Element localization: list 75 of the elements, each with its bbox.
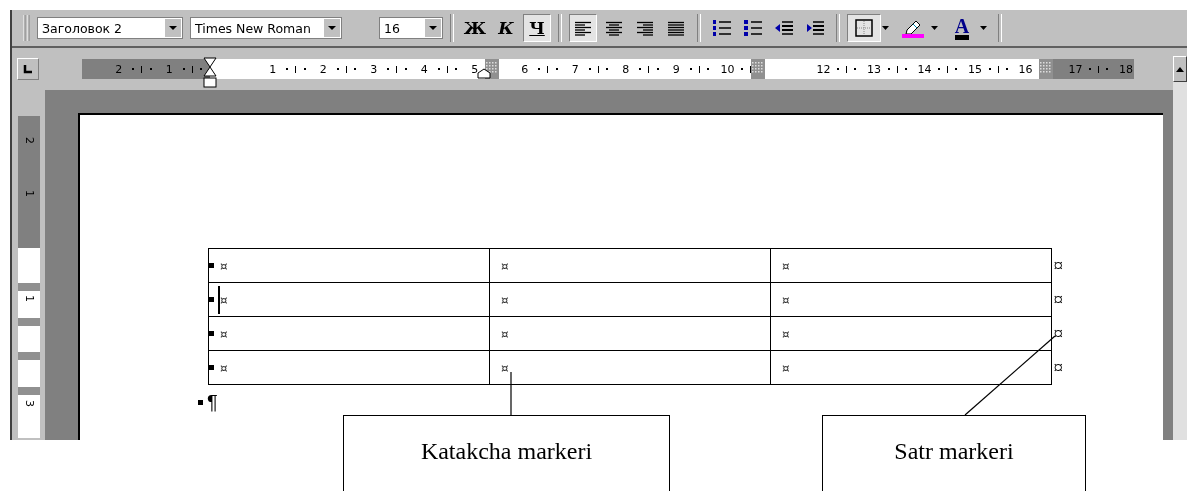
align-justify-icon <box>667 20 685 36</box>
borders-icon <box>855 19 873 37</box>
end-of-cell-marker: ¤ <box>501 258 509 273</box>
end-of-cell-marker: ¤ <box>220 326 228 341</box>
right-indent-marker-icon[interactable] <box>477 68 491 79</box>
indent-marker-icon[interactable] <box>203 57 217 89</box>
align-center-icon <box>605 20 623 36</box>
tab-stop-icon <box>23 64 33 74</box>
ruler-number: 4 <box>419 62 429 76</box>
underline-button[interactable]: Ч <box>523 14 551 42</box>
end-of-cell-marker: ¤ <box>782 360 790 375</box>
end-of-cell-marker: ¤ <box>220 292 228 307</box>
callout-label: Katakcha markeri <box>343 415 670 491</box>
borders-button[interactable] <box>847 14 881 42</box>
ruler-number: 17 <box>1068 62 1083 76</box>
callout-label: Satr markeri <box>822 415 1086 491</box>
increase-indent-icon <box>805 19 825 37</box>
bulleted-list-icon <box>743 19 763 37</box>
ruler-number: 1 <box>164 62 174 76</box>
ruler-number: 6 <box>520 62 530 76</box>
end-of-cell-marker: ¤ <box>782 292 790 307</box>
ruler-number: 12 <box>816 62 831 76</box>
ruler-number: 7 <box>570 62 580 76</box>
end-of-row-marker: ¤ <box>1053 255 1063 277</box>
ruler-number: 15 <box>967 62 982 76</box>
end-of-cell-marker: ¤ <box>220 258 228 273</box>
ruler-number: 10 <box>720 62 735 76</box>
end-of-cell-marker: ¤ <box>501 292 509 307</box>
align-right-icon <box>636 20 654 36</box>
decrease-indent-icon <box>774 19 794 37</box>
end-of-row-marker: ¤ <box>1053 289 1063 311</box>
column-marker-icon[interactable] <box>751 59 765 79</box>
end-of-cell-marker: ¤ <box>782 326 790 341</box>
ruler-number: 2 <box>22 137 36 144</box>
ruler-number: 1 <box>22 190 36 197</box>
column-marker-icon[interactable] <box>1039 59 1053 79</box>
ruler-number: 1 <box>268 62 278 76</box>
caret-icon[interactable] <box>882 26 889 30</box>
scroll-up-button[interactable] <box>1173 56 1187 82</box>
ruler-number: 14 <box>917 62 932 76</box>
toolbar-handle-icon[interactable] <box>22 14 30 42</box>
tab-stop-button[interactable] <box>17 58 39 80</box>
end-of-cell-marker: ¤ <box>501 360 509 375</box>
end-of-cell-marker: ¤ <box>501 326 509 341</box>
row-height-marker-icon[interactable] <box>18 317 40 326</box>
end-of-row-marker: ¤ <box>1053 357 1063 379</box>
paragraph-mark: ¶ <box>207 391 218 414</box>
align-left-icon <box>574 20 592 36</box>
row-height-marker-icon[interactable] <box>18 283 40 291</box>
align-left-button[interactable] <box>569 14 597 42</box>
ruler-number: 5 <box>470 62 480 76</box>
ruler-number: 9 <box>671 62 681 76</box>
ruler-number: 13 <box>866 62 881 76</box>
row-height-marker-icon[interactable] <box>18 387 40 396</box>
ruler-number: 16 <box>1018 62 1033 76</box>
ruler-number: 18 <box>1118 62 1133 76</box>
paragraph-format-mark-icon <box>198 400 203 405</box>
row-height-marker-icon[interactable] <box>18 352 40 361</box>
ruler-number: 1 <box>22 295 36 302</box>
end-of-cell-marker: ¤ <box>220 360 228 375</box>
ruler-number: 3 <box>369 62 379 76</box>
end-of-row-marker: ¤ <box>1053 323 1063 345</box>
ruler-number: 8 <box>621 62 631 76</box>
font-size-dropdown[interactable]: 16 <box>379 17 443 39</box>
ruler-number: 2 <box>318 62 328 76</box>
style-dropdown[interactable]: Заголовок 2 <box>37 17 183 39</box>
vertical-scrollbar[interactable] <box>1173 56 1187 440</box>
font-dropdown[interactable]: Times New Roman <box>190 17 342 39</box>
highlighter-icon <box>901 18 925 38</box>
end-of-cell-marker: ¤ <box>782 258 790 273</box>
ruler-number: 2 <box>114 62 124 76</box>
numbered-list-icon <box>712 19 732 37</box>
caret-icon[interactable] <box>980 26 987 30</box>
ruler-number: 3 <box>22 400 36 407</box>
caret-icon[interactable] <box>931 26 938 30</box>
